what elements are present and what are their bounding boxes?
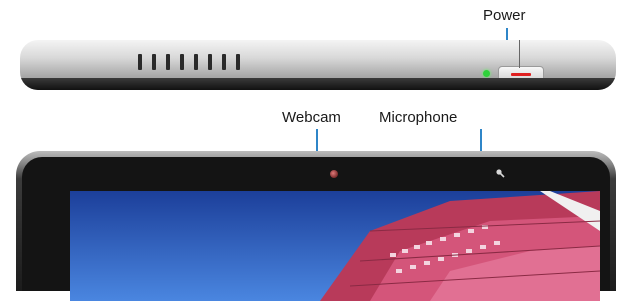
tablet-top-edge (20, 40, 616, 90)
microphone-icon (496, 169, 505, 178)
tablet-front (16, 151, 616, 301)
power-button-edge-line (519, 40, 520, 68)
indicator-led (483, 70, 490, 77)
webcam-label: Webcam (282, 109, 341, 126)
microphone-label: Microphone (379, 109, 458, 126)
power-button-mark (511, 73, 531, 76)
tablet-screen (70, 191, 600, 301)
power-label: Power (483, 7, 526, 24)
speaker-grille (138, 54, 250, 70)
edge-bezel (20, 78, 616, 90)
tablet-bezel (22, 157, 610, 301)
webcam-lens (330, 170, 338, 178)
screen-image (70, 191, 600, 301)
